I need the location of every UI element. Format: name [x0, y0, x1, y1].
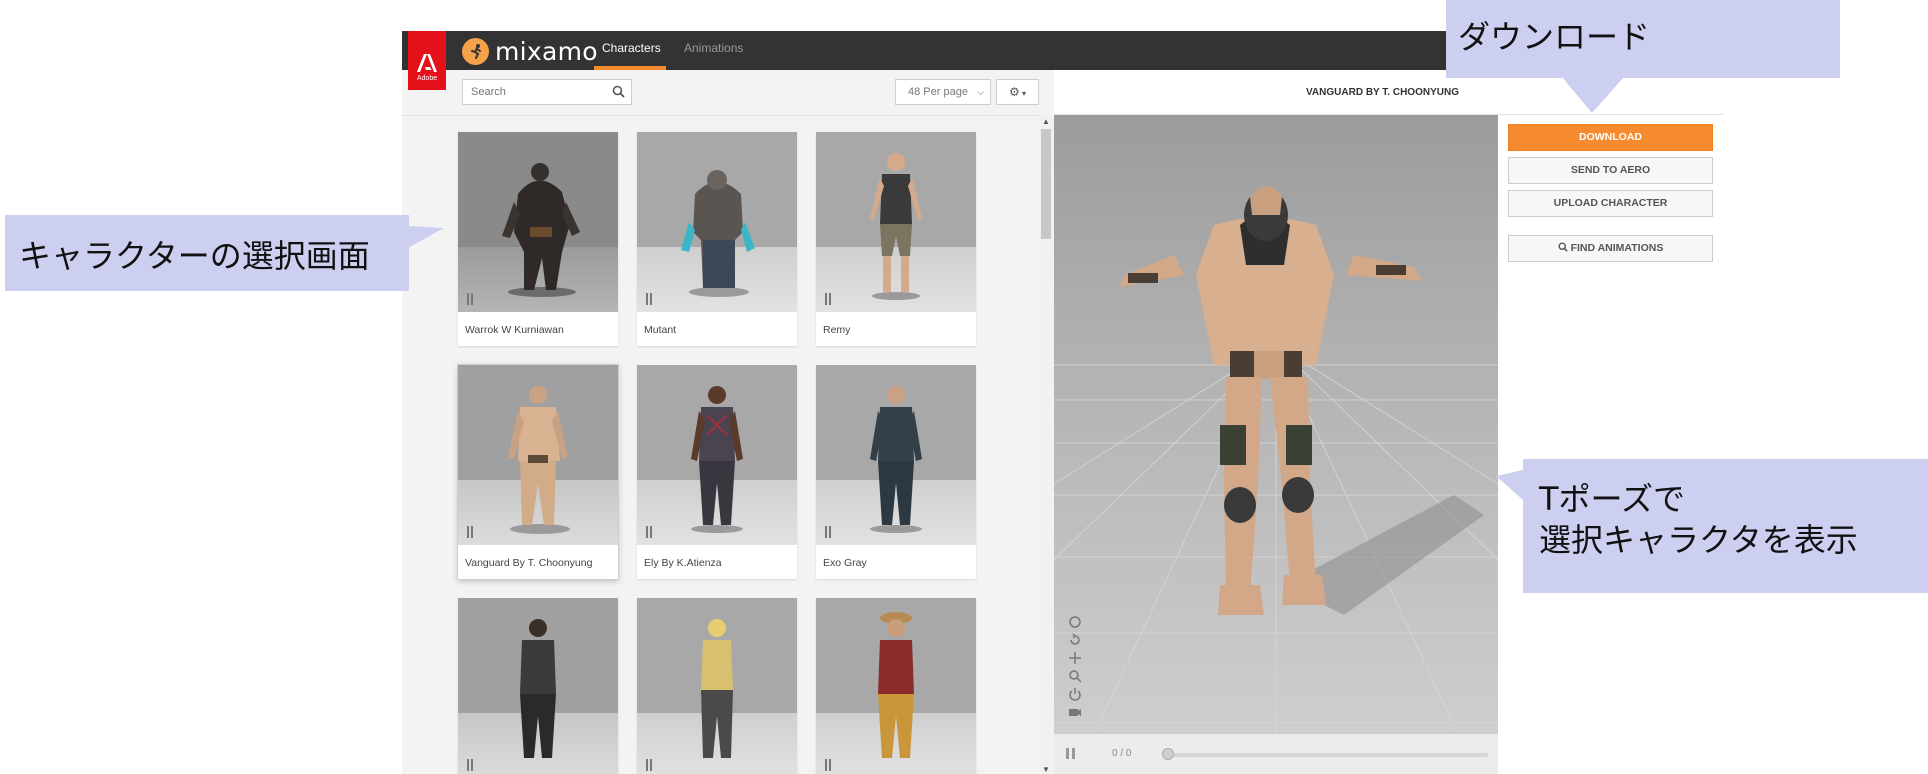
character-thumbnail	[816, 365, 976, 545]
pause-icon[interactable]	[1066, 748, 1076, 759]
mixamo-brand[interactable]: mixamo	[462, 36, 598, 66]
mixamo-app: mixamo Characters Animations Adobe 48 Pe…	[402, 31, 1724, 774]
callout-download-text: ダウンロード	[1458, 18, 1651, 56]
character-thumbnail	[637, 365, 797, 545]
callout-pointer	[1496, 470, 1523, 500]
character-thumbnail	[816, 598, 976, 774]
vanguard-figure	[508, 386, 570, 534]
character-card[interactable]: Warrok W Kurniawan	[458, 132, 618, 346]
pose-icon	[646, 526, 652, 538]
settings-dropdown-button[interactable]: ⚙ ▾	[996, 79, 1039, 105]
zoom-icon[interactable]	[1068, 669, 1082, 683]
character-thumbnail	[458, 132, 618, 312]
gear-icon: ⚙	[1008, 85, 1020, 99]
camera-icon[interactable]	[1068, 705, 1082, 719]
character-name: Mutant	[644, 324, 677, 336]
warrok-figure	[502, 163, 580, 297]
tab-animations[interactable]: Animations	[684, 31, 743, 70]
callout-character-select: キャラクターの選択画面	[5, 215, 409, 291]
scroll-down-arrow-icon[interactable]: ▼	[1042, 765, 1050, 774]
search-icon[interactable]	[612, 85, 625, 98]
character-card[interactable]	[816, 598, 976, 774]
per-page-value: 48 Per page	[908, 86, 968, 98]
character-3d-viewport[interactable]	[1054, 115, 1498, 734]
callout-tpose: Tポーズで 選択キャラクタを表示	[1523, 459, 1928, 593]
mutant-figure	[681, 170, 755, 297]
adobe-a-icon	[417, 54, 437, 72]
pan-icon[interactable]	[1068, 651, 1082, 665]
grid-scrollbar[interactable]: ▲ ▼	[1038, 115, 1054, 774]
ely-figure	[691, 386, 743, 533]
upload-character-button[interactable]: UPLOAD CHARACTER	[1508, 190, 1713, 217]
character-name: Ely By K.Atienza	[644, 557, 722, 569]
selected-character-title: VANGUARD BY T. CHOONYUNG	[1306, 87, 1459, 98]
search-input[interactable]	[463, 80, 611, 104]
pose-icon	[467, 526, 473, 538]
remy-figure	[870, 153, 922, 300]
character-card[interactable]: Ely By K.Atienza	[637, 365, 797, 579]
viewport-scene	[1054, 186, 1498, 734]
playback-controls: 0 / 0	[1054, 734, 1498, 774]
browser-toolbar: 48 Per page ⌵ ⚙ ▾	[402, 70, 1054, 115]
chevron-down-icon: ⌵	[977, 87, 984, 97]
character-thumbnail	[458, 365, 618, 545]
scrollbar-thumb[interactable]	[1041, 129, 1051, 239]
pose-icon	[825, 526, 831, 538]
character-card[interactable]: Mutant	[637, 132, 797, 346]
pose-icon	[825, 293, 831, 305]
callout-tpose-line2: 選択キャラクタを表示	[1539, 521, 1858, 559]
find-animations-button[interactable]: FIND ANIMATIONS	[1508, 235, 1713, 262]
rotate-icon[interactable]	[1068, 615, 1082, 629]
adobe-logo[interactable]: Adobe	[408, 31, 446, 90]
character-thumbnail	[458, 598, 618, 774]
character-card[interactable]	[458, 598, 618, 774]
character-card[interactable]: Remy	[816, 132, 976, 346]
character-thumbnail	[637, 598, 797, 774]
character-figure	[878, 612, 914, 758]
character-card-selected[interactable]: Vanguard By T. Choonyung	[458, 365, 618, 579]
callout-pointer	[1562, 77, 1624, 113]
character-figure	[701, 619, 733, 758]
callout-download: ダウンロード	[1446, 0, 1840, 78]
pose-icon	[646, 293, 652, 305]
viewport-toolbar	[1068, 615, 1084, 723]
adobe-label: Adobe	[416, 75, 438, 82]
character-thumbnail	[637, 132, 797, 312]
download-button[interactable]: DOWNLOAD	[1508, 124, 1713, 151]
pose-icon	[467, 293, 473, 305]
per-page-select[interactable]: 48 Per page ⌵	[895, 79, 991, 105]
pose-icon	[467, 759, 473, 771]
search-icon	[1558, 242, 1568, 252]
exo-gray-figure	[870, 386, 922, 533]
character-grid: Warrok W Kurniawan Mutant Remy Vanguard …	[402, 115, 1054, 774]
character-thumbnail	[816, 132, 976, 312]
send-to-aero-button[interactable]: SEND TO AERO	[1508, 157, 1713, 184]
callout-tpose-line1: Tポーズで	[1539, 480, 1685, 518]
search-box	[462, 79, 632, 105]
action-panel: DOWNLOAD SEND TO AERO UPLOAD CHARACTER F…	[1498, 115, 1724, 774]
character-browser: 48 Per page ⌵ ⚙ ▾	[402, 70, 1054, 774]
timeline-track[interactable]	[1166, 753, 1488, 757]
tab-characters[interactable]: Characters	[594, 31, 666, 70]
power-icon[interactable]	[1068, 687, 1082, 701]
pose-icon	[646, 759, 652, 771]
character-card[interactable]: Exo Gray	[816, 365, 976, 579]
character-name: Exo Gray	[823, 557, 867, 569]
character-name: Warrok W Kurniawan	[465, 324, 564, 336]
character-name: Remy	[823, 324, 851, 336]
scroll-up-arrow-icon[interactable]: ▲	[1042, 117, 1050, 126]
find-animations-label: FIND ANIMATIONS	[1570, 242, 1664, 254]
timeline-handle[interactable]	[1162, 748, 1174, 760]
character-card[interactable]	[637, 598, 797, 774]
callout-pointer	[408, 226, 444, 248]
caret-down-icon: ▾	[1019, 89, 1026, 98]
character-name: Vanguard By T. Choonyung	[465, 557, 593, 569]
pose-icon	[825, 759, 831, 771]
character-figure	[520, 619, 556, 758]
mixamo-logo-icon	[462, 37, 489, 65]
callout-character-select-text: キャラクターの選択画面	[19, 237, 370, 275]
reset-view-icon[interactable]	[1068, 633, 1082, 647]
brand-name: mixamo	[495, 36, 598, 66]
frame-counter: 0 / 0	[1112, 748, 1132, 759]
